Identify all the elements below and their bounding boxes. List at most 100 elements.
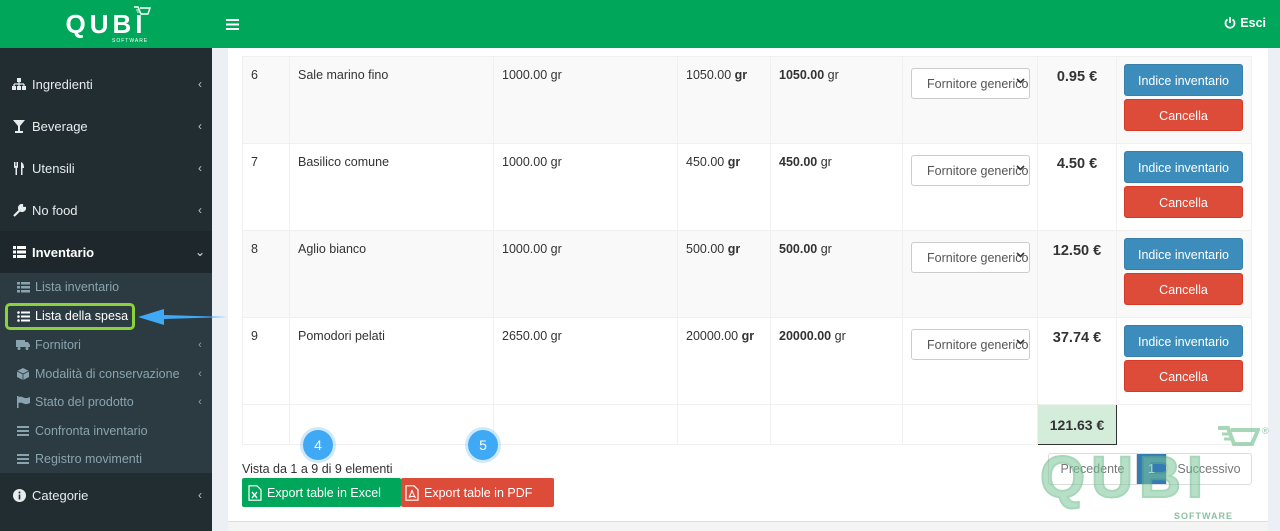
cell-price: 4.50 € [1037,143,1117,231]
buy-value: 450.00 [779,155,818,169]
chevron-left-icon: ‹ [198,396,202,408]
export-excel-button[interactable]: Export table in Excel [242,478,401,507]
cell-quantity: 2650.00 gr [493,317,678,405]
supplier-selected: Fornitore generico [927,337,1029,352]
sub-item-fornitori[interactable]: Fornitori ‹ [0,331,212,359]
wrench-icon [12,203,26,217]
cell-price: 12.50 € [1037,230,1117,318]
cell-id: 7 [242,143,290,231]
cell-actions: Indice inventario Cancella [1116,56,1252,144]
cell-actions: Indice inventario Cancella [1116,317,1252,405]
cell-quantity: 1000.00 gr [493,230,678,318]
watermark-text: QUBI [1039,444,1209,511]
sub-item-modalita-conservazione[interactable]: Modalità di conservazione ‹ [0,360,212,388]
cell-id: 9 [242,317,290,405]
sub-item-lista-inventario[interactable]: Lista inventario [0,273,212,301]
flag-icon [16,396,30,408]
cell-needed: 450.00 gr [677,143,771,231]
buy-value: 1050.00 [779,68,825,82]
glass-icon [12,119,26,133]
sub-item-stato-prodotto[interactable]: Stato del prodotto ‹ [0,388,212,416]
cell-needed: 1050.00 gr [677,56,771,144]
needed-value: 500.00 [686,242,725,256]
delete-button[interactable]: Cancella [1124,186,1243,218]
pointer-arrow-icon [138,309,228,325]
hamburger-menu-icon[interactable] [226,15,239,35]
shopping-list-table: 6 Sale marino fino 1000.00 gr 1050.00 gr 105… [242,56,1252,445]
logout-button[interactable]: Esci [1224,16,1266,30]
logout-label: Esci [1240,16,1266,30]
sub-item-registro-movimenti[interactable]: Registro movimenti [0,445,212,473]
buy-unit: gr [820,242,832,256]
chevron-down-icon [1016,165,1025,173]
supplier-select[interactable]: Fornitore generico [911,68,1030,99]
sidebar-item-categorie[interactable]: Categorie ‹ [0,474,212,516]
export-pdf-button[interactable]: Export table in PDF [401,478,554,507]
step-badge-excel: 4 [303,430,333,460]
cell-buy: 500.00 gr [770,230,903,318]
delete-button[interactable]: Cancella [1124,360,1243,392]
inventory-index-button[interactable]: Indice inventario [1124,151,1243,183]
table-info: Vista da 1 a 9 di 9 elementi [242,462,393,476]
chevron-left-icon: ‹ [198,161,202,175]
sub-item-label: Modalità di conservazione [35,367,180,381]
chevron-down-icon [1016,339,1025,347]
needed-unit: gr [741,329,755,343]
cell-supplier: Fornitore generico [902,317,1038,405]
buy-value: 500.00 [779,242,818,256]
needed-value: 450.00 [686,155,725,169]
supplier-select[interactable]: Fornitore generico [911,329,1030,360]
truck-icon [16,340,30,350]
cell-price: 0.95 € [1037,56,1117,144]
sub-item-label: Registro movimenti [35,452,142,466]
table-row: 8 Aglio bianco 1000.00 gr 500.00 gr 500.00 g… [242,230,1252,318]
top-navbar: Esci [212,0,1280,48]
inventory-index-button[interactable]: Indice inventario [1124,238,1243,270]
inventory-index-button[interactable]: Indice inventario [1124,64,1243,96]
table-row: 7 Basilico comune 1000.00 gr 450.00 gr 450.0… [242,143,1252,231]
needed-unit: gr [727,242,741,256]
bars-icon [16,454,30,464]
delete-button[interactable]: Cancella [1124,99,1243,131]
supplier-selected: Fornitore generico [927,163,1029,178]
cell-supplier: Fornitore generico [902,230,1038,318]
step-badge-pdf: 5 [468,430,498,460]
sidebar-item-label: Categorie [32,487,89,503]
cell-name: Sale marino fino [289,56,494,144]
list-ul-icon [16,310,30,322]
sidebar-item-label: No food [32,202,78,218]
chevron-left-icon: ‹ [198,368,202,380]
bars-icon [16,426,30,436]
cell-buy: 450.00 gr [770,143,903,231]
chevron-left-icon: ‹ [198,488,202,502]
chevron-down-icon [1016,252,1025,260]
brand-logo[interactable]: QUBI SOFTWARE [0,0,212,48]
supplier-select[interactable]: Fornitore generico [911,155,1030,186]
inventory-index-button[interactable]: Indice inventario [1124,325,1243,357]
sidebar-item-beverage[interactable]: Beverage ‹ [0,105,212,147]
chevron-left-icon: ‹ [198,203,202,217]
supplier-selected: Fornitore generico [927,76,1029,91]
supplier-select[interactable]: Fornitore generico [911,242,1030,273]
sub-item-confronta-inventario[interactable]: Confronta inventario [0,417,212,445]
sidebar-item-inventario[interactable]: Inventario ⌄ [0,231,212,273]
cell-buy: 1050.00 gr [770,56,903,144]
empty-cell [493,404,678,445]
cell-needed: 500.00 gr [677,230,771,318]
list-icon [16,281,30,293]
sub-item-label: Lista inventario [35,280,120,294]
delete-button[interactable]: Cancella [1124,273,1243,305]
sidebar-item-utensili[interactable]: Utensili ‹ [0,147,212,189]
supplier-selected: Fornitore generico [927,250,1029,265]
needed-unit: gr [734,68,748,82]
sidebar-item-no-food[interactable]: No food ‹ [0,189,212,231]
buy-unit: gr [834,329,846,343]
buy-value: 20000.00 [779,329,832,343]
sidebar-item-ingredienti[interactable]: Ingredienti ‹ [0,63,212,105]
buy-unit: gr [820,155,832,169]
empty-cell [677,404,771,445]
cell-name: Aglio bianco [289,230,494,318]
cell-actions: Indice inventario Cancella [1116,230,1252,318]
list-icon [12,246,26,258]
needed-value: 1050.00 [686,68,732,82]
